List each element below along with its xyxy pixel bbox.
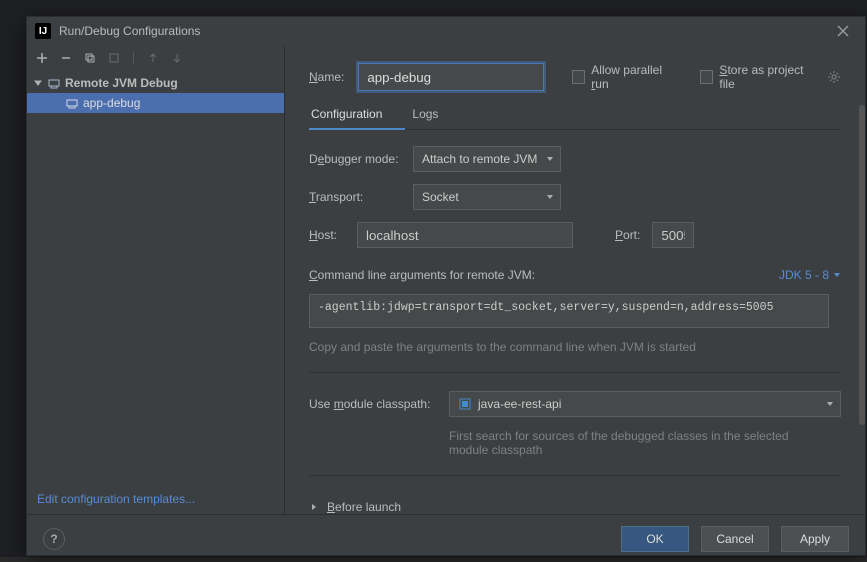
chevron-down-icon <box>546 152 554 166</box>
move-down-button[interactable] <box>170 51 184 65</box>
sidebar-toolbar <box>27 45 284 71</box>
store-project-label: Store as project file <box>719 63 813 91</box>
help-button[interactable]: ? <box>43 528 65 550</box>
host-input[interactable] <box>357 222 573 248</box>
edit-templates-link[interactable]: Edit configuration templates... <box>37 492 195 506</box>
tab-logs[interactable]: Logs <box>410 107 440 129</box>
tab-configuration[interactable]: Configuration <box>309 107 384 129</box>
configurations-tree[interactable]: Remote JVM Debug app-debug <box>27 71 284 484</box>
button-bar: ? OK Cancel Apply <box>27 514 865 562</box>
gear-icon[interactable] <box>827 70 841 84</box>
transport-dropdown[interactable]: Socket <box>413 184 561 210</box>
host-label: Host: <box>309 228 345 242</box>
scrollbar[interactable] <box>859 105 865 425</box>
content-panel: Name: Allow parallel run Store as projec… <box>285 45 865 514</box>
before-launch-label: Before launch <box>327 500 401 514</box>
add-button[interactable] <box>35 51 49 65</box>
run-config-icon <box>65 96 79 110</box>
jdk-label: JDK 5 - 8 <box>779 268 829 282</box>
run-debug-configurations-dialog: IJ Run/Debug Configurations <box>26 16 866 556</box>
app-icon: IJ <box>35 23 51 39</box>
debugger-mode-dropdown[interactable]: Attach to remote JVM <box>413 146 561 172</box>
cancel-button[interactable]: Cancel <box>701 526 769 552</box>
move-up-button[interactable] <box>146 51 160 65</box>
module-icon <box>458 397 472 411</box>
checkbox-icon <box>700 70 713 84</box>
store-project-checkbox[interactable]: Store as project file <box>700 63 813 91</box>
module-hint: First search for sources of the debugged… <box>449 429 809 457</box>
before-launch-section[interactable]: Before launch <box>309 494 841 514</box>
name-input[interactable] <box>358 63 544 91</box>
cmdline-hint: Copy and paste the arguments to the comm… <box>309 340 841 354</box>
chevron-right-icon <box>309 502 319 512</box>
chevron-down-icon <box>833 271 841 279</box>
chevron-down-icon <box>826 397 834 411</box>
close-button[interactable] <box>829 17 857 45</box>
cmdline-label: Command line arguments for remote JVM: <box>309 268 535 282</box>
checkbox-icon <box>572 70 585 84</box>
allow-parallel-label: Allow parallel run <box>591 63 674 91</box>
port-input[interactable] <box>652 222 694 248</box>
remove-button[interactable] <box>59 51 73 65</box>
jdk-selector[interactable]: JDK 5 - 8 <box>779 268 841 282</box>
debugger-mode-label: Debugger mode: <box>309 152 401 166</box>
cmdline-arguments-field[interactable]: -agentlib:jdwp=transport=dt_socket,serve… <box>309 294 829 328</box>
remote-debug-icon <box>47 76 61 90</box>
module-classpath-dropdown[interactable]: java-ee-rest-api <box>449 391 841 417</box>
tree-group-remote-jvm-debug[interactable]: Remote JVM Debug <box>27 73 284 93</box>
name-label: Name: <box>309 70 344 84</box>
close-icon <box>837 25 849 37</box>
dropdown-value: Socket <box>422 190 459 204</box>
tabs: Configuration Logs <box>309 107 841 130</box>
titlebar: IJ Run/Debug Configurations <box>27 17 865 45</box>
tree-item-label: app-debug <box>83 96 140 110</box>
tree-item-app-debug[interactable]: app-debug <box>27 93 284 113</box>
chevron-down-icon <box>33 78 43 88</box>
window-title: Run/Debug Configurations <box>59 24 200 38</box>
chevron-down-icon <box>546 190 554 204</box>
port-label: Port: <box>615 228 640 242</box>
dropdown-value: java-ee-rest-api <box>478 397 561 411</box>
module-classpath-label: Use module classpath: <box>309 397 437 411</box>
sidebar: Remote JVM Debug app-debug Edit configur… <box>27 45 285 514</box>
copy-button[interactable] <box>83 51 97 65</box>
dropdown-value: Attach to remote JVM <box>422 152 537 166</box>
save-template-button[interactable] <box>107 51 121 65</box>
ok-button[interactable]: OK <box>621 526 689 552</box>
transport-label: Transport: <box>309 190 401 204</box>
apply-button[interactable]: Apply <box>781 526 849 552</box>
tree-group-label: Remote JVM Debug <box>65 76 178 90</box>
allow-parallel-checkbox[interactable]: Allow parallel run <box>572 63 674 91</box>
